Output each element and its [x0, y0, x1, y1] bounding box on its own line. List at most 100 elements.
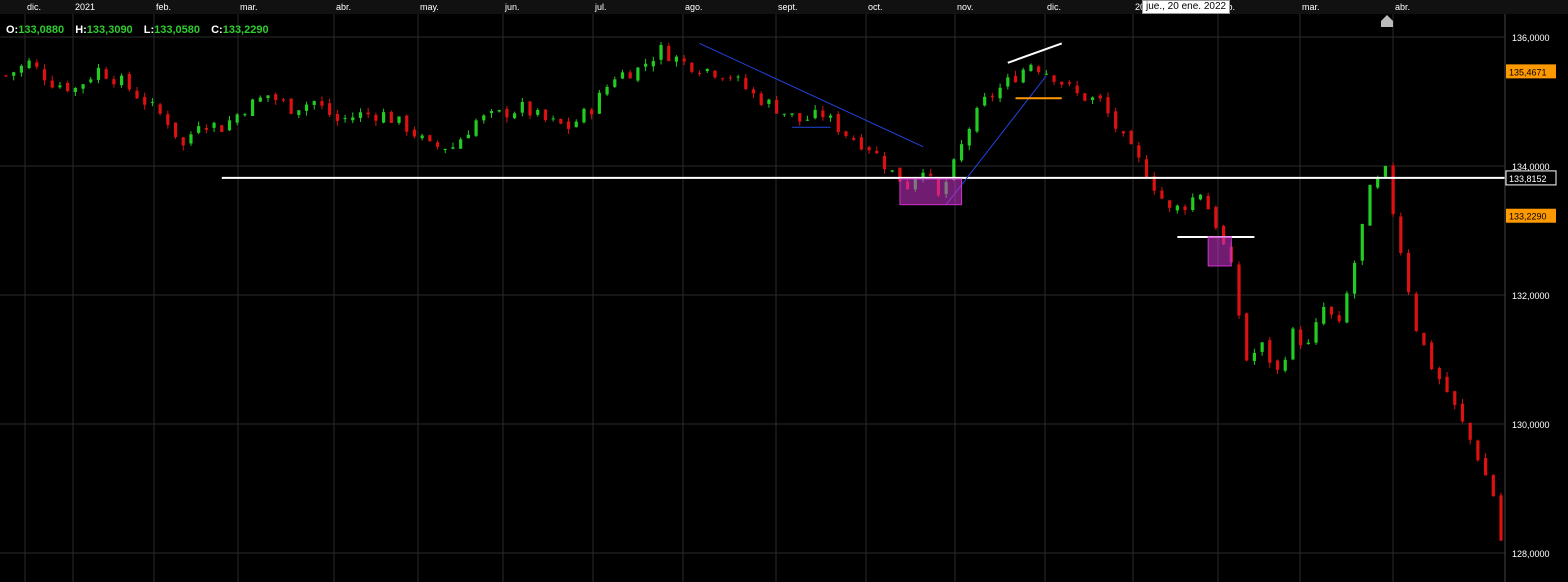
candle-body [220, 125, 224, 133]
candle-body [112, 79, 116, 85]
candle-body [1129, 130, 1133, 145]
candle-body [1291, 328, 1295, 360]
candle-body [1245, 313, 1249, 361]
candle-body [143, 97, 147, 105]
candle-body [281, 99, 286, 101]
ohlc-readout: O:133,0880 H:133,3090 L:133,0580 C:133,2… [6, 24, 277, 36]
candle-body [96, 67, 101, 80]
candle-body [990, 95, 994, 98]
chart-background [0, 0, 1568, 582]
candle-body [636, 67, 640, 81]
candle-body [590, 109, 594, 115]
candlestick-chart[interactable]: dic. 2021 feb. mar. abr. may. jun. jul. ago. sept… [0, 0, 1568, 582]
candle-body [1083, 93, 1087, 101]
candle-body [1206, 195, 1210, 210]
candle-body [1460, 403, 1465, 422]
candle-body [543, 109, 548, 121]
candle-body [805, 119, 810, 121]
candle-body [304, 104, 309, 111]
candle-body [1052, 75, 1056, 82]
candle-body [620, 72, 625, 79]
open-label: O: [6, 24, 19, 36]
candle-body [312, 101, 316, 105]
candle-body [250, 99, 255, 117]
candle-body [813, 109, 817, 119]
candle-body [1391, 165, 1395, 215]
candle-body [1306, 342, 1310, 345]
candle-body [351, 117, 355, 121]
candle-body [836, 114, 840, 132]
candle-body [58, 85, 62, 88]
candle-body [173, 122, 178, 138]
x-tick-label: feb. [156, 2, 171, 12]
candle-body [890, 170, 894, 172]
candle-body [1383, 166, 1388, 177]
candle-body [1175, 205, 1179, 211]
candle-body [443, 149, 447, 151]
candle-body [1252, 352, 1257, 361]
candle-body [382, 112, 386, 123]
low-value: 133,0580 [154, 24, 201, 36]
candle-body [1283, 359, 1287, 371]
candle-body [1106, 97, 1110, 114]
candle-body [1191, 197, 1195, 211]
candle-body [597, 92, 601, 114]
y-tick-label: 130,0000 [1512, 420, 1550, 430]
candle-body [528, 101, 532, 116]
candle-body [690, 62, 694, 72]
candle-body [574, 121, 578, 128]
candle-body [35, 62, 39, 67]
x-tick-label: nov. [957, 2, 973, 12]
candle-body [197, 126, 201, 133]
candle-body [559, 118, 563, 124]
candle-body [875, 150, 879, 154]
candle-body [744, 77, 748, 90]
candle-body [243, 114, 247, 116]
candle-body [1476, 440, 1480, 461]
candle-body [1044, 73, 1048, 75]
candle-body [405, 115, 409, 132]
candle-body [1329, 306, 1334, 315]
x-tick-label: jul. [594, 2, 607, 12]
candle-body [613, 79, 617, 87]
candle-body [158, 104, 162, 114]
x-tick-label: mar. [1302, 2, 1320, 12]
candle-body [859, 137, 863, 150]
candle-body [782, 113, 786, 115]
candle-body [1345, 293, 1349, 323]
candle-body [428, 135, 432, 142]
candle-body [1453, 391, 1457, 405]
candle-body [929, 173, 933, 176]
candle-body [728, 77, 732, 79]
candle-body [1376, 177, 1380, 188]
crosshair-date-tooltip: jue., 20 ene. 2022 [1142, 0, 1231, 14]
candle-body [1137, 145, 1141, 158]
candle-body [289, 98, 293, 114]
candle-body [1098, 95, 1102, 99]
candle-body [374, 115, 378, 121]
candle-body [320, 101, 324, 106]
candle-body [12, 72, 16, 76]
x-tick-label: 2021 [75, 2, 95, 12]
candle-body [1160, 190, 1164, 199]
home-icon[interactable] [1380, 14, 1394, 28]
candle-body [1198, 194, 1203, 200]
candle-body [89, 79, 93, 83]
open-value: 133,0880 [18, 24, 65, 36]
candle-body [66, 82, 70, 92]
candle-body [798, 113, 802, 122]
candle-body [459, 139, 463, 149]
candle-body [844, 131, 848, 136]
candle-body [697, 73, 702, 75]
candle-body [1237, 264, 1241, 316]
candle-body [1360, 223, 1364, 261]
candle-body [189, 134, 193, 144]
close-value: 133,2290 [222, 24, 269, 36]
candle-body [266, 95, 270, 99]
candle-body [1075, 85, 1079, 94]
price-label: 133,8152 [1509, 174, 1547, 184]
candle-body [166, 114, 170, 125]
y-tick-label: 128,0000 [1512, 549, 1550, 559]
candle-body [1499, 495, 1503, 541]
candle-body [119, 75, 124, 86]
